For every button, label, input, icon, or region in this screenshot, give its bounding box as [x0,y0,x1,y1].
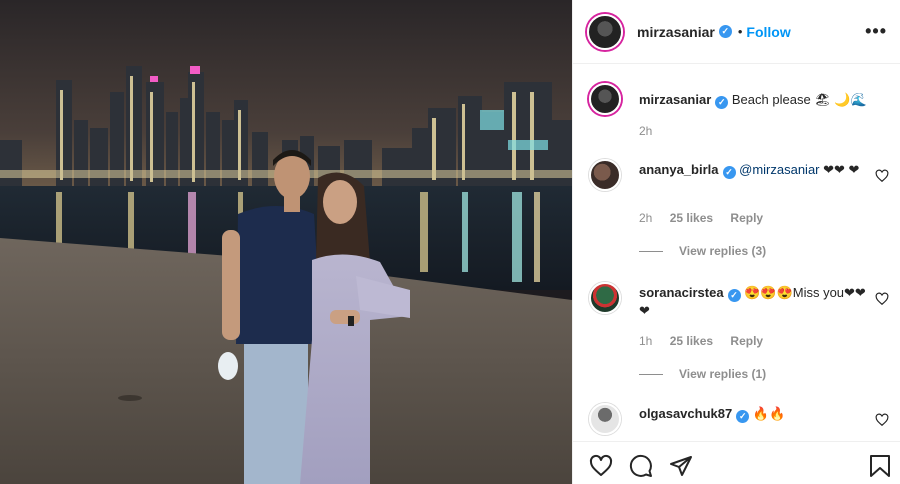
replies-divider-line [639,373,663,375]
verified-badge-icon: ✓ [715,96,729,109]
comment-time[interactable]: 1h [639,334,652,348]
view-replies-label[interactable]: View replies (1) [679,367,766,381]
author-avatar[interactable] [587,13,623,50]
follow-button[interactable]: Follow [746,24,790,40]
verified-badge-icon: ✓ [736,410,750,423]
comment-like-heart-icon[interactable] [875,169,889,183]
comments-list[interactable]: mirzasaniar ✓ Beach please 🏖 🌙🌊 2h ananya… [573,65,900,441]
comment-meta: 2h 25 likes Reply [639,211,777,225]
comment-icon[interactable] [629,454,653,478]
comment-avatar[interactable] [589,159,621,191]
comment-mention[interactable]: @mirzasaniar [739,162,819,177]
caption-text: Beach please 🏖 🌙🌊 [731,92,867,107]
comment-username[interactable]: olgasavchuk87 [639,406,732,421]
view-replies-label[interactable]: View replies (3) [679,244,766,258]
verified-badge-icon: ✓ [722,166,736,179]
view-replies-toggle[interactable]: View replies (1) [639,367,766,381]
separator-dot: • [737,24,743,39]
beach-night-photo [0,0,572,484]
post-header: mirzasaniar ✓ • Follow ••• [573,0,900,64]
comment-text: ❤❤ ❤ [823,162,860,177]
reply-button[interactable]: Reply [730,334,763,348]
comment-like-heart-icon[interactable] [875,413,889,427]
caption-meta: 2h [639,124,666,138]
comment-text-line: soranacirstea ✓ 😍😍😍Miss you❤❤ ❤ [639,284,869,320]
comment-text: 🔥🔥 [752,406,786,421]
comment-username[interactable]: soranacirstea [639,285,724,300]
post-side-panel: mirzasaniar ✓ • Follow ••• mirzasaniar ✓ … [572,0,900,484]
comment-avatar[interactable] [589,403,621,435]
comment-text-line: ananya_birla ✓ @mirzasaniar ❤❤ ❤ [639,161,869,179]
comment-like-heart-icon[interactable] [875,292,889,306]
caption-text-line: mirzasaniar ✓ Beach please 🏖 🌙🌊 [639,91,869,109]
more-options-icon[interactable]: ••• [865,22,887,40]
author-username[interactable]: mirzasaniar [637,24,715,40]
comment-username[interactable]: ananya_birla [639,162,719,177]
comment-likes[interactable]: 25 likes [670,334,713,348]
verified-badge-icon: ✓ [727,289,741,302]
comment-likes[interactable]: 25 likes [670,211,713,225]
caption-time[interactable]: 2h [639,124,652,138]
caption-avatar[interactable] [589,83,621,115]
verified-badge-icon: ✓ [718,25,732,38]
post-action-bar [573,441,900,484]
bookmark-icon[interactable] [869,454,891,478]
heart-icon[interactable] [589,454,613,478]
caption-username[interactable]: mirzasaniar [639,92,711,107]
comment-avatar[interactable] [589,282,621,314]
replies-divider-line [639,250,663,252]
share-icon[interactable] [669,454,693,478]
view-replies-toggle[interactable]: View replies (3) [639,244,766,258]
comment-meta: 1h 25 likes Reply [639,334,777,348]
reply-button[interactable]: Reply [730,211,763,225]
comment-time[interactable]: 2h [639,211,652,225]
comment-text-line: olgasavchuk87 ✓ 🔥🔥 [639,405,869,423]
post-photo[interactable] [0,0,572,484]
